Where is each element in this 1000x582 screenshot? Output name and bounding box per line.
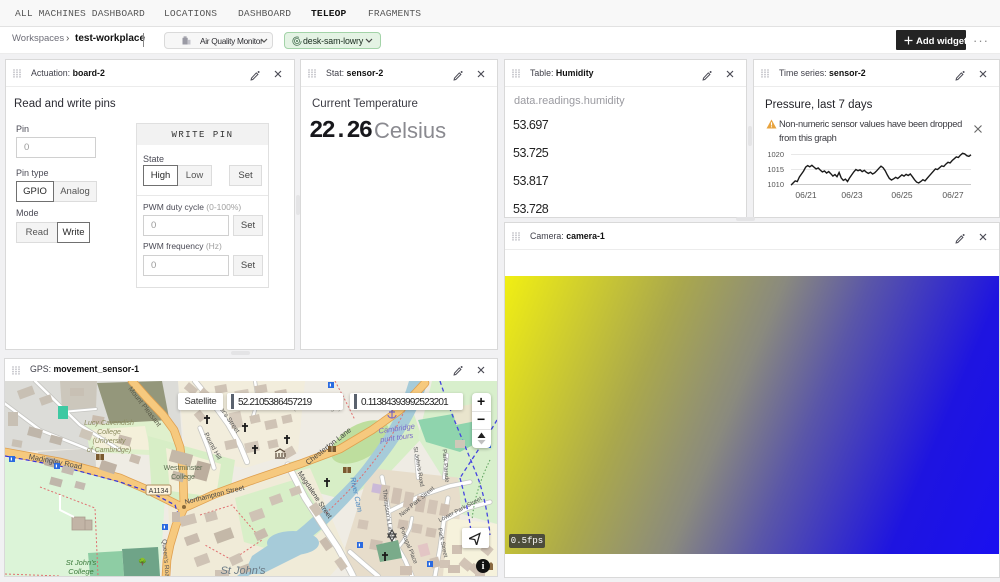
svg-text:Westminster: Westminster	[164, 465, 203, 472]
svg-text:College: College	[97, 429, 121, 436]
svg-text:Lucy Cavendish: Lucy Cavendish	[84, 420, 134, 427]
svg-text:06/23: 06/23	[841, 190, 863, 200]
svg-text:1010: 1010	[767, 180, 784, 189]
svg-text:College: College	[171, 474, 195, 481]
svg-text:College: College	[68, 567, 93, 576]
svg-text:St John's: St John's	[66, 558, 97, 567]
svg-text:1020: 1020	[767, 150, 784, 159]
svg-text:06/21: 06/21	[795, 190, 817, 200]
svg-text:06/27: 06/27	[942, 190, 964, 200]
svg-text:of Cambridge): of Cambridge)	[87, 447, 131, 454]
svg-text:06/25: 06/25	[891, 190, 913, 200]
svg-text:1015: 1015	[767, 165, 784, 174]
svg-text:(University: (University	[92, 438, 126, 445]
svg-text:A1134: A1134	[149, 488, 169, 495]
svg-text:St John's: St John's	[221, 565, 266, 576]
svg-text:🌳: 🌳	[138, 557, 147, 566]
